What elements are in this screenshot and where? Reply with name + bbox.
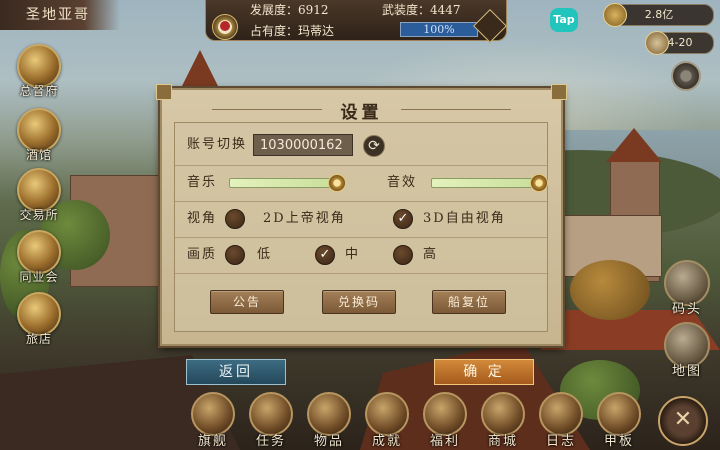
sfx-slider-knob[interactable] [530,174,548,192]
music-label: 音乐 [187,175,218,190]
time-value: 4-20 [667,36,693,49]
menu-label: 同业会 [19,270,59,284]
occupancy-percent: 100% [423,23,455,36]
nav-label: 旗舰 [197,434,228,449]
quality-medium-radio[interactable]: ✓ [315,245,335,265]
announcement-button[interactable]: 公告 [210,290,284,314]
menu-guild[interactable]: 同业会 [14,230,64,285]
account-row: 账号切换 1030000162 ⟳ [175,123,547,166]
nav-achievements[interactable]: 成就 [360,392,414,449]
menu-label: 码头 [671,302,702,317]
quality-row: 画质 低 ✓ 中 高 [175,237,547,274]
nav-flagship[interactable]: 旗舰 [186,392,240,449]
back-button[interactable]: 返回 [186,359,286,385]
nav-label: 任务 [255,434,286,449]
gear-icon[interactable] [671,61,701,91]
nav-label: 商城 [487,434,518,449]
taptap-icon[interactable]: Tap [550,8,578,32]
confirm-button[interactable]: 确 定 [434,359,534,385]
military-stat: 武装度：4447 [382,3,461,17]
switch-account-icon[interactable]: ⟳ [363,135,385,157]
view-label: 视角 [187,211,218,226]
nav-label: 物品 [313,434,344,449]
quality-option-low[interactable]: 低 [257,247,272,263]
view-option-2d[interactable]: 2D上帝视角 [263,211,346,227]
menu-tavern[interactable]: 酒馆 [14,108,64,163]
development-stat: 发展度：6912 [250,3,329,17]
dialog-title: 设置 [340,103,383,123]
gold-counter[interactable]: 2.8亿 [603,3,714,27]
menu-label: 酒馆 [25,148,52,162]
settings-dialog: 设置 账号切换 1030000162 ⟳ 音乐 音效 视角 2D上帝视角 ✓ 3… [156,84,567,346]
occupancy-stat: 占有度：玛蒂达 [250,24,335,38]
quality-label: 画质 [187,247,218,262]
nav-label: 日志 [545,434,576,449]
gold-value: 2.8亿 [644,8,674,21]
menu-label: 交易所 [19,208,59,222]
account-id-field[interactable]: 1030000162 [253,134,353,156]
menu-inn[interactable]: 旅店 [14,292,64,347]
nav-welfare[interactable]: 福利 [418,392,472,449]
time-counter[interactable]: 4-20 [645,31,714,55]
reset-ship-button[interactable]: 船复位 [432,290,506,314]
tower-roof [180,50,220,90]
close-crossed-swords-icon[interactable]: ✕ [658,396,708,446]
music-slider[interactable] [229,174,346,192]
coin-icon [603,3,627,27]
hourglass-icon [645,31,669,55]
occupancy-bar: 100% [400,22,478,37]
nav-label: 甲板 [603,434,634,449]
menu-label: 总督府 [19,84,59,98]
menu-label: 旅店 [25,332,52,346]
nav-items[interactable]: 物品 [302,392,356,449]
music-slider-knob[interactable] [328,174,346,192]
quality-option-medium[interactable]: 中 [345,247,360,263]
menu-governor[interactable]: 总督府 [14,44,64,99]
quality-option-high[interactable]: 高 [423,247,438,263]
nav-shop[interactable]: 商城 [476,392,530,449]
nav-label: 成就 [371,434,402,449]
view-option-3d[interactable]: 3D自由视角 [423,211,506,227]
quality-high-radio[interactable] [393,245,413,265]
view-2d-radio[interactable] [225,209,245,229]
nav-quests[interactable]: 任务 [244,392,298,449]
quality-low-radio[interactable] [225,245,245,265]
sound-row: 音乐 音效 [175,165,548,202]
menu-exchange[interactable]: 交易所 [14,168,64,223]
menu-map[interactable]: 地图 [662,322,712,379]
nation-crest-icon[interactable] [212,14,238,40]
tree [570,260,650,320]
view-row: 视角 2D上帝视角 ✓ 3D自由视角 [175,201,547,238]
sfx-label: 音效 [387,175,418,190]
nav-deck[interactable]: 甲板 [592,392,646,449]
menu-label: 地图 [671,364,702,379]
nav-log[interactable]: 日志 [534,392,588,449]
redeem-code-button[interactable]: 兑换码 [322,290,396,314]
account-label: 账号切换 [187,137,248,152]
nav-label: 福利 [429,434,460,449]
region-name: 圣地亚哥 [0,0,120,30]
sfx-slider[interactable] [431,174,548,192]
view-3d-radio[interactable]: ✓ [393,209,413,229]
menu-dock[interactable]: 码头 [662,260,712,317]
